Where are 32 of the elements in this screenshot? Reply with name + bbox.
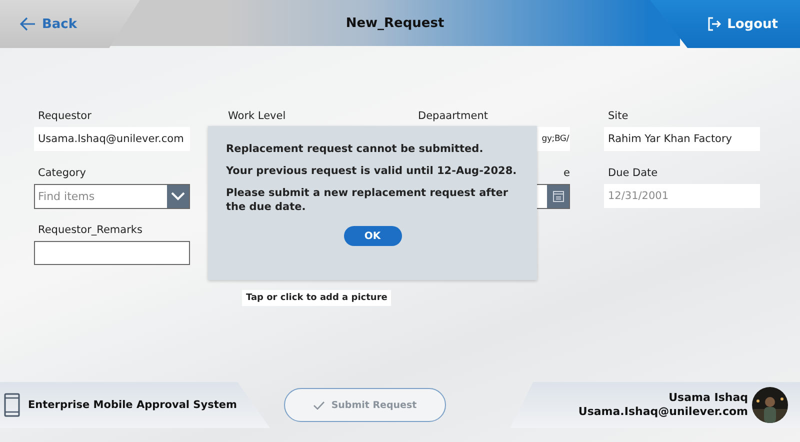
dialog-message: Replacement request cannot be submitted. <box>226 142 484 156</box>
text-field[interactable]: Rahim Yar Khan Factory <box>604 127 760 151</box>
calendar-icon <box>552 191 564 202</box>
user-email: Usama.Ishaq@unilever.com <box>578 405 748 419</box>
field-label: Work Level <box>227 110 287 122</box>
field-label: e <box>564 167 570 179</box>
add-picture-hint[interactable]: Tap or click to add a picture <box>242 290 392 306</box>
dialog-message: Please submit a new replacement request after the due date. <box>226 186 510 214</box>
ok-button[interactable]: OK <box>344 226 402 246</box>
user-name: Usama Ishaq <box>668 391 748 405</box>
text-field[interactable]: Usama.Ishaq@unilever.com <box>34 127 190 151</box>
app-name: Enterprise Mobile Approval System <box>28 399 237 411</box>
dialog-message: Your previous request is valid until 12-Aug-2028. <box>226 164 518 178</box>
field-label: Depaartment <box>417 110 489 122</box>
text-field[interactable]: 12/31/2001 <box>604 184 760 208</box>
tablet-icon <box>4 393 20 417</box>
field-label: Requestor <box>37 110 92 122</box>
date-picker[interactable] <box>536 184 570 209</box>
field-label: Due Date <box>607 167 659 179</box>
checkmark-icon <box>313 400 326 410</box>
logout-button[interactable]: Logout <box>705 14 780 34</box>
logout-icon <box>707 17 722 31</box>
text-field[interactable]: gy;BG/ <box>537 127 570 151</box>
field-label: Requestor_Remarks <box>37 224 144 236</box>
field-label: Site <box>607 110 630 122</box>
back-button[interactable]: Back <box>18 14 80 34</box>
text-field[interactable] <box>34 241 190 265</box>
chevron-down-icon <box>171 192 185 201</box>
field-label: Category <box>37 167 87 179</box>
category-dropdown[interactable]: Find items <box>34 184 190 209</box>
page-title: New_Request <box>346 16 444 30</box>
back-arrow-icon <box>20 17 36 31</box>
